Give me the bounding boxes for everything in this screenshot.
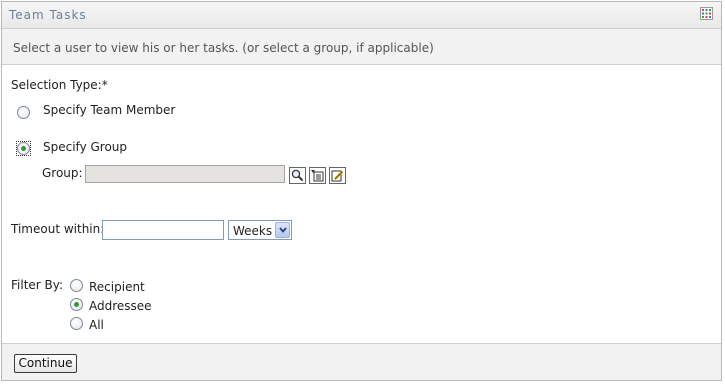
selection-type-label: Selection Type:*: [11, 78, 108, 92]
clear-edit-icon[interactable]: [329, 167, 346, 184]
grid-menu-icon[interactable]: [700, 7, 713, 20]
specify-group-label: Specify Group: [43, 140, 128, 154]
filter-recipient-label: Recipient: [89, 280, 145, 294]
timeout-unit-value: Weeks: [233, 224, 273, 238]
filter-all-label: All: [89, 318, 104, 332]
panel-description: Select a user to view his or her tasks. …: [13, 41, 434, 55]
panel-description-bar: Select a user to view his or her tasks. …: [2, 29, 721, 65]
group-label: Group:: [42, 166, 83, 180]
timeout-unit-select[interactable]: Weeks: [228, 220, 292, 240]
radio-specify-team-member[interactable]: [17, 106, 30, 119]
specify-team-member-label: Specify Team Member: [43, 103, 176, 117]
timeout-label: Timeout within:: [11, 222, 105, 236]
panel-title: Team Tasks: [9, 8, 87, 22]
continue-button[interactable]: Continue: [14, 354, 77, 373]
panel-title-bar: Team Tasks: [2, 2, 721, 29]
radio-filter-all[interactable]: [70, 317, 83, 330]
radio-specify-group[interactable]: [17, 142, 30, 155]
radio-filter-addressee[interactable]: [70, 298, 83, 311]
team-tasks-panel: Team Tasks Select a user to view his or …: [1, 1, 722, 381]
filter-addressee-label: Addressee: [89, 299, 152, 313]
chevron-down-icon[interactable]: [275, 222, 290, 238]
search-icon[interactable]: [289, 167, 306, 184]
filter-by-label: Filter By:: [11, 278, 64, 292]
group-field[interactable]: [85, 165, 285, 183]
panel-footer: Continue: [2, 343, 721, 380]
timeout-input[interactable]: [102, 220, 224, 240]
history-list-icon[interactable]: [309, 167, 326, 184]
radio-filter-recipient[interactable]: [70, 279, 83, 292]
